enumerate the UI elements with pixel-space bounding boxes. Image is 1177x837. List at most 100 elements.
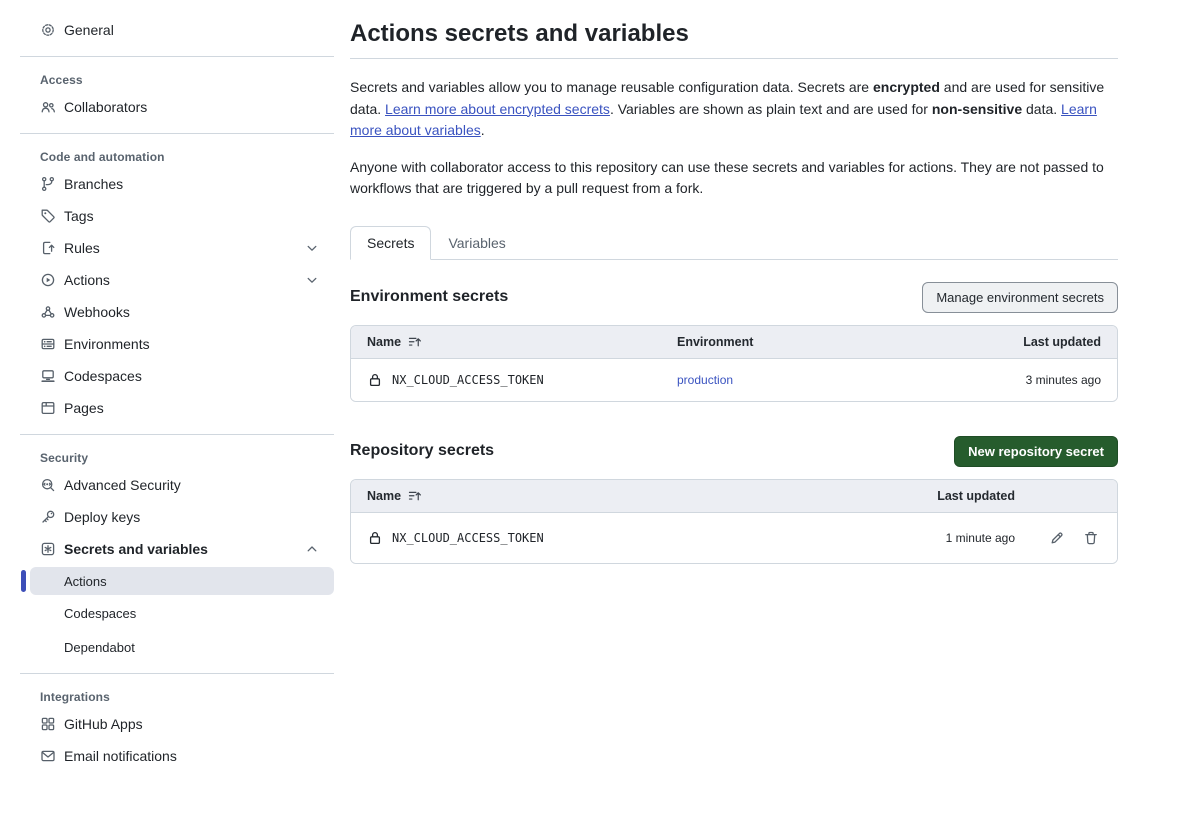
secret-name-cell: NX_CLOUD_ACCESS_TOKEN [367,372,677,388]
secret-name-cell: NX_CLOUD_ACCESS_TOKEN [367,530,865,546]
selected-indicator [21,570,26,592]
column-header-environment: Environment [677,335,931,349]
main-content: Actions secrets and variables Secrets an… [350,0,1118,837]
column-header-name[interactable]: Name [367,489,865,503]
sidebar-item-label: Codespaces [64,368,142,384]
intro-bold-encrypted: encrypted [873,79,940,95]
rules-icon [40,240,56,256]
column-header-last-updated: Last updated [931,335,1101,349]
tab-secrets[interactable]: Secrets [350,226,431,260]
page-title: Actions secrets and variables [350,20,1118,59]
sidebar-item-label: GitHub Apps [64,716,143,732]
sidebar-item-label: Branches [64,176,123,192]
column-header-label: Name [367,335,401,349]
sidebar-item-label: Actions [64,272,110,288]
table-row: NX_CLOUD_ACCESS_TOKEN 1 minute ago [351,513,1117,563]
secret-name: NX_CLOUD_ACCESS_TOKEN [392,373,544,387]
edit-secret-button[interactable] [1047,528,1067,548]
delete-secret-button[interactable] [1081,528,1101,548]
learn-more-encrypted-secrets-link[interactable]: Learn more about encrypted secrets [385,101,610,117]
table-header-row: Name Environment Last updated [351,326,1117,359]
codescan-icon [40,477,56,493]
sort-ascending-icon [408,336,422,348]
sidebar-divider [20,673,334,674]
column-header-label: Name [367,489,401,503]
sidebar-section-access: Access [20,67,334,91]
intro-paragraph-1: Secrets and variables allow you to manag… [350,77,1118,142]
environment-secrets-header: Environment secrets Manage environment s… [350,282,1118,313]
row-actions-cell [1015,528,1101,548]
sidebar-item-github-apps[interactable]: GitHub Apps [20,708,334,740]
sidebar-item-label: Rules [64,240,100,256]
sidebar-subitem-actions[interactable]: Actions [30,567,334,595]
chevron-up-icon [304,541,320,557]
sidebar-item-label: Environments [64,336,150,352]
tab-variables[interactable]: Variables [431,226,522,260]
apps-grid-icon [40,716,56,732]
column-header-last-updated: Last updated [865,489,1015,503]
sidebar-item-label: Webhooks [64,304,130,320]
sidebar-subitem-label: Actions [64,574,107,589]
sidebar-divider [20,56,334,57]
sidebar-item-deploy-keys[interactable]: Deploy keys [20,501,334,533]
repository-secrets-header: Repository secrets New repository secret [350,436,1118,467]
sidebar-item-rules[interactable]: Rules [20,232,334,264]
browser-icon [40,400,56,416]
chevron-down-icon [304,272,320,288]
sidebar-section-code-and-automation: Code and automation [20,144,334,168]
sidebar-item-email-notifications[interactable]: Email notifications [20,740,334,772]
intro-bold-non-sensitive: non-sensitive [932,101,1022,117]
settings-sidebar: General Access Collaborators Code and au… [20,0,334,837]
sidebar-item-actions[interactable]: Actions [20,264,334,296]
sidebar-item-environments[interactable]: Environments [20,328,334,360]
sidebar-item-label: Secrets and variables [64,541,208,557]
sidebar-subitem-dependabot[interactable]: Dependabot [30,631,334,663]
chevron-down-icon [304,240,320,256]
sidebar-item-secrets-and-variables[interactable]: Secrets and variables [20,533,334,565]
last-updated-cell: 1 minute ago [865,531,1015,545]
pencil-icon [1049,530,1065,546]
sidebar-section-security: Security [20,445,334,469]
people-icon [40,99,56,115]
manage-environment-secrets-button[interactable]: Manage environment secrets [922,282,1118,313]
repository-secrets-heading: Repository secrets [350,442,494,460]
column-header-name[interactable]: Name [367,335,677,349]
sidebar-divider [20,434,334,435]
sidebar-item-branches[interactable]: Branches [20,168,334,200]
webhook-icon [40,304,56,320]
new-repository-secret-button[interactable]: New repository secret [954,436,1118,467]
secret-name: NX_CLOUD_ACCESS_TOKEN [392,531,544,545]
sidebar-item-advanced-security[interactable]: Advanced Security [20,469,334,501]
intro-text: Secrets and variables allow you to manag… [350,79,873,95]
environment-secrets-table: Name Environment Last updated NX_CLOUD_A… [350,325,1118,402]
mail-icon [40,748,56,764]
tag-icon [40,208,56,224]
sidebar-section-integrations: Integrations [20,684,334,708]
sidebar-item-webhooks[interactable]: Webhooks [20,296,334,328]
git-branch-icon [40,176,56,192]
sidebar-item-label: Deploy keys [64,509,140,525]
sidebar-subitem-label: Codespaces [64,606,136,621]
sidebar-item-label: Pages [64,400,104,416]
gear-icon [40,22,56,38]
sidebar-item-label: Tags [64,208,94,224]
sidebar-subitem-label: Dependabot [64,640,135,655]
sidebar-item-label: Collaborators [64,99,147,115]
sidebar-item-general[interactable]: General [20,14,334,46]
asterisk-box-icon [40,541,56,557]
sidebar-item-label: Email notifications [64,748,177,764]
server-icon [40,336,56,352]
codespaces-icon [40,368,56,384]
sort-ascending-icon [408,490,422,502]
sidebar-item-tags[interactable]: Tags [20,200,334,232]
intro-text: . Variables are shown as plain text and … [610,101,932,117]
lock-icon [367,372,383,388]
sidebar-subitem-codespaces[interactable]: Codespaces [30,597,334,629]
sidebar-item-collaborators[interactable]: Collaborators [20,91,334,123]
lock-icon [367,530,383,546]
sidebar-item-pages[interactable]: Pages [20,392,334,424]
table-header-row: Name Last updated [351,480,1117,513]
environment-link[interactable]: production [677,373,733,387]
sidebar-item-label: General [64,22,114,38]
sidebar-item-codespaces[interactable]: Codespaces [20,360,334,392]
